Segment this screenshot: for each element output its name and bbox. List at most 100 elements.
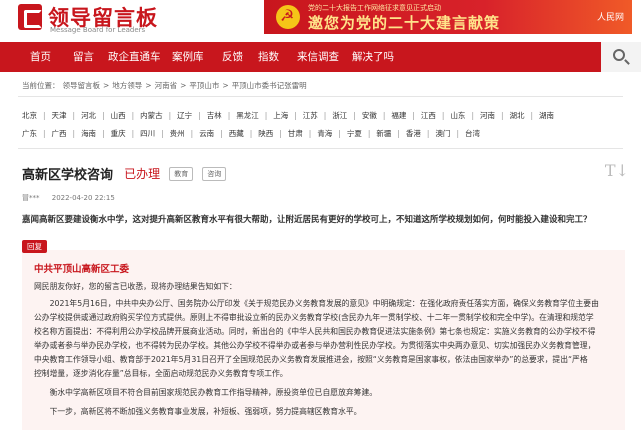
nav-item-messages[interactable]: 留言 [73, 42, 94, 72]
region-link[interactable]: 黑龙江 [236, 110, 259, 121]
search-button[interactable] [601, 42, 641, 72]
breadcrumb-sep: > [145, 81, 152, 90]
region-link[interactable]: 台湾 [465, 128, 480, 139]
region-separator: | [131, 111, 135, 120]
region-link[interactable]: 辽宁 [177, 110, 192, 121]
region-separator: | [382, 111, 386, 120]
main-nav: 首页 留言 政企直通车 案例库 反馈 指数 来信调查 解决了吗 [0, 42, 641, 72]
region-separator: | [426, 129, 430, 138]
region-link[interactable]: 安徽 [362, 110, 377, 121]
message-body: 嘉闻高新区要建设衡水中学，这对提升高新区教育水平有很大帮助，让附近居民有更好的学… [22, 215, 592, 225]
nav-item-cases[interactable]: 案例库 [172, 42, 204, 72]
nav-item-index[interactable]: 指数 [258, 42, 279, 72]
breadcrumb-home[interactable]: 领导留言板 [63, 81, 101, 90]
region-link[interactable]: 吉林 [207, 110, 222, 121]
region-link[interactable]: 新疆 [376, 128, 391, 139]
region-link[interactable]: 广东 [22, 128, 37, 139]
region-link[interactable]: 江西 [421, 110, 436, 121]
party-emblem-icon [276, 5, 300, 29]
reply-paragraph: 校名称方面提出：不得利用公办学校品牌开展商业活动。同时，新出台的《中华人民共和国… [34, 327, 596, 336]
region-separator: | [102, 129, 105, 138]
reply-badge: 回复 [22, 240, 47, 253]
region-link[interactable]: 山东 [450, 110, 465, 121]
breadcrumb-local-leaders[interactable]: 地方领导 [112, 81, 142, 90]
reply-org: 中共平顶山高新区工委 [34, 264, 130, 275]
nav-item-feedback[interactable]: 反馈 [222, 42, 243, 72]
region-link[interactable]: 青海 [317, 128, 332, 139]
region-link[interactable]: 陕西 [258, 128, 273, 139]
message-meta: 冒*** 2022-04-20 22:15 [22, 193, 125, 203]
region-separator: | [249, 129, 253, 138]
region-separator: | [131, 129, 135, 138]
region-link[interactable]: 北京 [22, 110, 37, 121]
message-title-row: 高新区学校咨询 已办理 教育 咨询 [22, 163, 227, 183]
nav-item-survey[interactable]: 来信调查 [297, 42, 339, 72]
region-separator: | [530, 111, 534, 120]
reply-paragraph: 下一步，高新区将不断加强义务教育事业发展，补短板、强弱项，努力提高辖区教育水平。 [34, 407, 362, 416]
message-time: 2022-04-20 22:15 [51, 194, 115, 202]
region-link[interactable]: 湖南 [539, 110, 554, 121]
region-link[interactable]: 四川 [140, 128, 155, 139]
nav-item-enterprise[interactable]: 政企直通车 [108, 42, 161, 72]
nav-item-home[interactable]: 首页 [30, 42, 51, 72]
breadcrumb-sep: > [180, 81, 187, 90]
region-link[interactable]: 贵州 [170, 128, 185, 139]
breadcrumb-city[interactable]: 平顶山市 [189, 81, 219, 90]
region-separator: | [323, 111, 327, 120]
region-separator: | [367, 129, 371, 138]
site-logo-icon[interactable] [18, 4, 42, 30]
region-separator: | [397, 129, 400, 138]
breadcrumb-leader[interactable]: 平顶山市委书记张雷明 [232, 81, 307, 90]
nav-item-solved[interactable]: 解决了吗 [352, 42, 394, 72]
region-link[interactable]: 内蒙古 [140, 110, 163, 121]
region-link[interactable]: 山西 [111, 110, 126, 121]
region-link[interactable]: 天津 [52, 110, 67, 121]
tag-consult[interactable]: 咨询 [202, 166, 227, 181]
site-header: 领导留言板 Message Board for Leaders 党的二十大报告工… [0, 0, 641, 38]
tag-education[interactable]: 教育 [169, 166, 194, 181]
region-separator: | [43, 129, 46, 138]
region-separator: | [43, 111, 46, 120]
reply-paragraph: 网民朋友你好，您的留言已收悉，现将办理结果告知如下： [34, 282, 237, 291]
region-link[interactable]: 香港 [406, 128, 421, 139]
region-link[interactable]: 上海 [273, 110, 288, 121]
region-separator: | [72, 111, 76, 120]
region-link[interactable]: 浙江 [332, 110, 347, 121]
region-link[interactable]: 西藏 [229, 128, 244, 139]
region-separator: | [227, 111, 231, 120]
promo-banner[interactable]: 党的二十大报告工作网络征求意见正式启动 邀您为党的二十大建言献策 人民网 [264, 0, 632, 34]
region-separator: | [264, 111, 268, 120]
message-title: 高新区学校咨询 [22, 168, 114, 183]
region-link[interactable]: 海南 [81, 128, 96, 139]
region-separator: | [72, 129, 76, 138]
reply-paragraph: 2021年5月16日，中共中央办公厅、国务院办公厅印发《关于规范民办义务教育发展… [34, 299, 599, 308]
region-separator: | [161, 129, 164, 138]
font-size-icon[interactable]: T↓ [605, 161, 629, 180]
reply-paragraph: 中央教育工作领导小组、教育部于2021年5月31日召开了全国规范民办义务教育发展… [34, 355, 588, 364]
region-separator: | [412, 111, 415, 120]
breadcrumb: 当前位置： 领导留言板 > 地方领导 > 河南省 > 平顶山市 > 平顶山市委书记张雷明 [22, 80, 310, 91]
region-link[interactable]: 河北 [81, 110, 96, 121]
region-link[interactable]: 澳门 [435, 128, 450, 139]
region-separator: | [102, 111, 105, 120]
region-link[interactable]: 重庆 [111, 128, 126, 139]
region-separator: | [190, 129, 194, 138]
divider [18, 148, 623, 149]
region-list-row-2: 广东 | 广西 | 海南 | 重庆 | 四川 | 贵州 | 云南 | 西藏 | 陕西 | 甘肃 | 青海 | 宁夏 | 新疆 | 香… [22, 128, 622, 139]
region-link[interactable]: 云南 [199, 128, 214, 139]
region-separator: | [308, 129, 312, 138]
reply-paragraph: 公办学校提供或通过政府购买学位方式提供。原则上不得审批设立新的民办义务教育学校(… [34, 313, 594, 322]
region-separator: | [294, 111, 297, 120]
region-link[interactable]: 甘肃 [288, 128, 303, 139]
region-link[interactable]: 河南 [480, 110, 495, 121]
region-separator: | [168, 111, 172, 120]
region-link[interactable]: 宁夏 [347, 128, 362, 139]
region-link[interactable]: 湖北 [510, 110, 525, 121]
region-separator: | [500, 111, 504, 120]
breadcrumb-label: 当前位置： [22, 81, 60, 90]
region-separator: | [441, 111, 445, 120]
region-link[interactable]: 广西 [52, 128, 67, 139]
breadcrumb-province[interactable]: 河南省 [155, 81, 178, 90]
region-link[interactable]: 江苏 [303, 110, 318, 121]
region-link[interactable]: 福建 [391, 110, 406, 121]
